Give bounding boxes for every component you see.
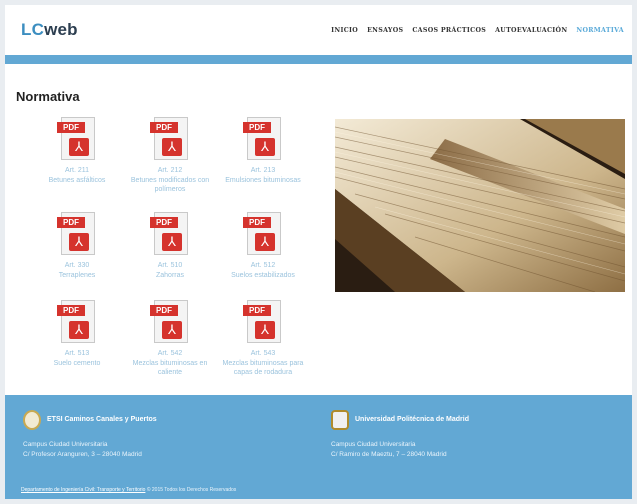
document-item[interactable]: PDF ⅄ Art. 212 Betunes modificados con pol… <box>123 117 217 195</box>
document-item[interactable]: PDF ⅄ Art. 211 Betunes asfálticos <box>30 117 124 185</box>
nav-autoevaluacion[interactable]: AUTOEVALUACIÓN <box>495 27 567 34</box>
site-logo[interactable]: LCweb <box>21 20 78 40</box>
department-link[interactable]: Departamento de Ingeniería Civil: Transp… <box>21 487 145 493</box>
document-item[interactable]: PDF ⅄ Art. 330 Terraplenes <box>30 212 124 280</box>
pdf-icon: PDF ⅄ <box>57 300 97 344</box>
site-header: LCweb INICIO ENSAYOS CASOS PRÁCTICOS AUT… <box>5 5 632 55</box>
nav-inicio[interactable]: INICIO <box>331 27 358 34</box>
document-caption: Art. 211 Betunes asfálticos <box>48 167 106 184</box>
school-name[interactable]: ETSI Caminos Canales y Puertos <box>47 416 157 423</box>
page-frame: LCweb INICIO ENSAYOS CASOS PRÁCTICOS AUT… <box>5 5 632 499</box>
document-item[interactable]: PDF ⅄ Art. 543 Mezclas bituminosas para ca… <box>216 300 310 378</box>
pdf-icon: PDF ⅄ <box>57 117 97 161</box>
logo-lc: LC <box>21 20 45 39</box>
footer-copyright: Departamento de Ingeniería Civil: Transp… <box>21 487 236 493</box>
university-address: Campus Ciudad Universitaria C/ Ramiro de… <box>331 441 447 458</box>
document-item[interactable]: PDF ⅄ Art. 512 Suelos estabilizados <box>216 212 310 280</box>
document-caption: Art. 542 Mezclas bituminosas en caliente <box>132 350 208 376</box>
documents-photo <box>335 119 625 292</box>
header-accent-bar <box>5 55 632 64</box>
copyright-text: © 2015 Todos los Derechos Reservados <box>146 487 237 493</box>
document-caption: Art. 510 Zahorras <box>155 262 184 279</box>
main-nav: INICIO ENSAYOS CASOS PRÁCTICOS AUTOEVALU… <box>331 27 624 34</box>
school-emblem-icon <box>23 410 41 430</box>
page-title: Normativa <box>16 89 80 104</box>
document-caption: Art. 330 Terraplenes <box>58 262 96 279</box>
university-name[interactable]: Universidad Politécnica de Madrid <box>355 416 469 423</box>
logo-web: web <box>44 20 78 39</box>
university-emblem-icon <box>331 410 349 430</box>
document-item[interactable]: PDF ⅄ Art. 510 Zahorras <box>123 212 217 280</box>
pdf-icon: PDF ⅄ <box>150 300 190 344</box>
pdf-icon: PDF ⅄ <box>57 212 97 256</box>
document-item[interactable]: PDF ⅄ Art. 513 Suelo cemento <box>30 300 124 368</box>
document-caption: Art. 512 Suelos estabilizados <box>231 262 295 279</box>
pdf-icon: PDF ⅄ <box>243 300 283 344</box>
pdf-icon: PDF ⅄ <box>243 117 283 161</box>
document-item[interactable]: PDF ⅄ Art. 213 Emulsiones bituminosas <box>216 117 310 185</box>
pdf-icon: PDF ⅄ <box>150 117 190 161</box>
nav-normativa[interactable]: NORMATIVA <box>576 27 624 34</box>
pdf-icon: PDF ⅄ <box>150 212 190 256</box>
pdf-icon: PDF ⅄ <box>243 212 283 256</box>
document-caption: Art. 213 Emulsiones bituminosas <box>225 167 301 184</box>
nav-ensayos[interactable]: ENSAYOS <box>367 27 403 34</box>
nav-casos-practicos[interactable]: CASOS PRÁCTICOS <box>412 27 486 34</box>
document-item[interactable]: PDF ⅄ Art. 542 Mezclas bituminosas en cali… <box>123 300 217 378</box>
document-caption: Art. 543 Mezclas bituminosas para capas d… <box>222 350 304 376</box>
document-caption: Art. 513 Suelo cemento <box>53 350 101 367</box>
site-footer: ETSI Caminos Canales y Puertos Campus Ci… <box>5 395 632 499</box>
document-caption: Art. 212 Betunes modificados con polímero… <box>130 167 210 193</box>
school-address: Campus Ciudad Universitaria C/ Profesor … <box>23 441 142 458</box>
